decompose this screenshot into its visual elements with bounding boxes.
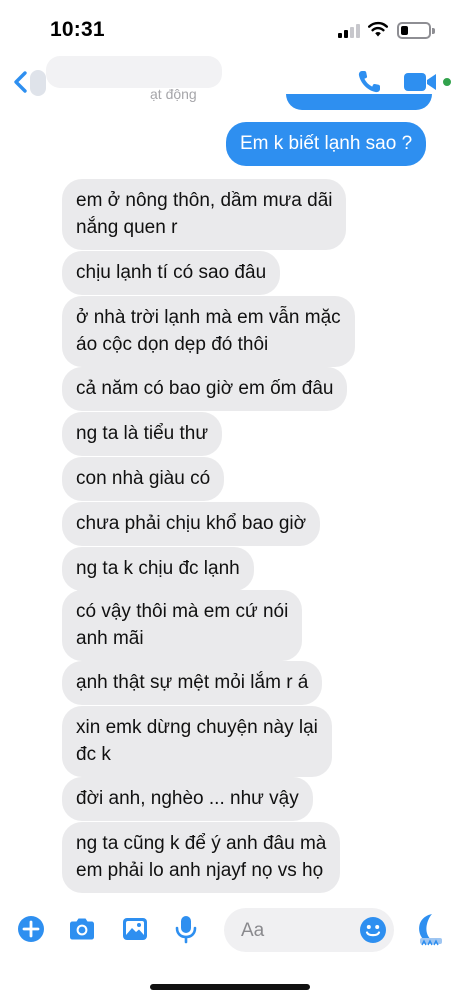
message-line: anh mãi: [76, 628, 144, 649]
message-line: ng ta là tiểu thư: [76, 423, 209, 444]
plus-icon[interactable]: [16, 914, 46, 944]
message-bubble[interactable]: ng ta là tiểu thư: [62, 412, 223, 456]
message-line: chưa phải chịu khổ bao giờ: [76, 513, 307, 534]
message-bubble[interactable]: chịu lạnh tí có sao đâu: [62, 251, 281, 295]
message-bubble[interactable]: ạnh thật sự mệt mỏi lắm r á: [62, 661, 323, 705]
avatar[interactable]: [30, 70, 46, 96]
message-bubble[interactable]: em ở nông thôn, dầm mưa dãi nắng quen r: [62, 179, 347, 250]
message-input-placeholder: Aa: [241, 920, 265, 941]
message-line: con nhà giàu có: [76, 468, 211, 489]
message-line: Em k biết lạnh sao ?: [240, 133, 413, 154]
message-line: ạnh thật sự mệt mỏi lắm r á: [76, 672, 309, 693]
wifi-icon: [368, 21, 388, 37]
message-bubble[interactable]: chưa phải chịu khổ bao giờ: [62, 502, 321, 546]
battery-icon: [397, 22, 435, 39]
message-line: nắng quen r: [76, 217, 178, 238]
message-line: đời anh, nghèo ... như vậy: [76, 788, 299, 809]
message-line: đc k: [76, 744, 111, 765]
video-camera-icon[interactable]: [403, 70, 439, 94]
message-bubble[interactable]: ng ta cũng k để ý anh đâu mà em phải lo …: [62, 822, 341, 893]
status-time: 10:31: [50, 18, 105, 41]
message-bubble[interactable]: ng ta k chịu đc lạnh: [62, 547, 254, 591]
message-line: em phải lo anh njayf nọ vs họ: [76, 860, 324, 881]
message-bubble[interactable]: xin emk dừng chuyện này lại đc k: [62, 706, 332, 777]
online-status-dot: [441, 76, 453, 88]
image-icon[interactable]: [120, 914, 150, 944]
message-line: cả năm có bao giờ em ốm đâu: [76, 378, 334, 399]
camera-icon[interactable]: [67, 914, 97, 944]
message-line: áo cộc dọn dẹp đó thôi: [76, 334, 269, 355]
microphone-icon[interactable]: [171, 914, 201, 944]
message-bubble[interactable]: Em k biết lạnh sao ?: [226, 122, 427, 166]
contact-name-redacted[interactable]: [46, 56, 222, 88]
like-icon[interactable]: [412, 912, 446, 948]
message-line: chịu lạnh tí có sao đâu: [76, 262, 267, 283]
message-line: ng ta cũng k để ý anh đâu mà: [76, 833, 327, 854]
message-line: ở nhà trời lạnh mà em vẫn mặc: [76, 307, 341, 328]
message-line: em ở nông thôn, dầm mưa dãi: [76, 190, 333, 211]
message-bubble[interactable]: con nhà giàu có: [62, 457, 225, 501]
active-status-text: ạt động: [150, 86, 197, 102]
message-line: ng ta k chịu đc lạnh: [76, 558, 240, 579]
composer-bar: Aa: [0, 902, 461, 958]
message-line: có vậy thôi mà em cứ nói: [76, 601, 289, 622]
message-input[interactable]: Aa: [224, 908, 394, 952]
home-indicator: [150, 984, 310, 990]
message-bubble[interactable]: ở nhà trời lạnh mà em vẫn mặc áo cộc dọn…: [62, 296, 355, 367]
signal-icon: [338, 24, 362, 38]
message-bubble[interactable]: cả năm có bao giờ em ốm đâu: [62, 367, 348, 411]
emoji-icon[interactable]: [359, 916, 387, 944]
previous-message-edge: [286, 94, 432, 110]
message-bubble[interactable]: có vậy thôi mà em cứ nói anh mãi: [62, 590, 303, 661]
message-bubble[interactable]: đời anh, nghèo ... như vậy: [62, 777, 313, 821]
status-bar: 10:31: [0, 0, 461, 60]
message-line: xin emk dừng chuyện này lại: [76, 717, 318, 738]
phone-icon[interactable]: [355, 68, 383, 96]
